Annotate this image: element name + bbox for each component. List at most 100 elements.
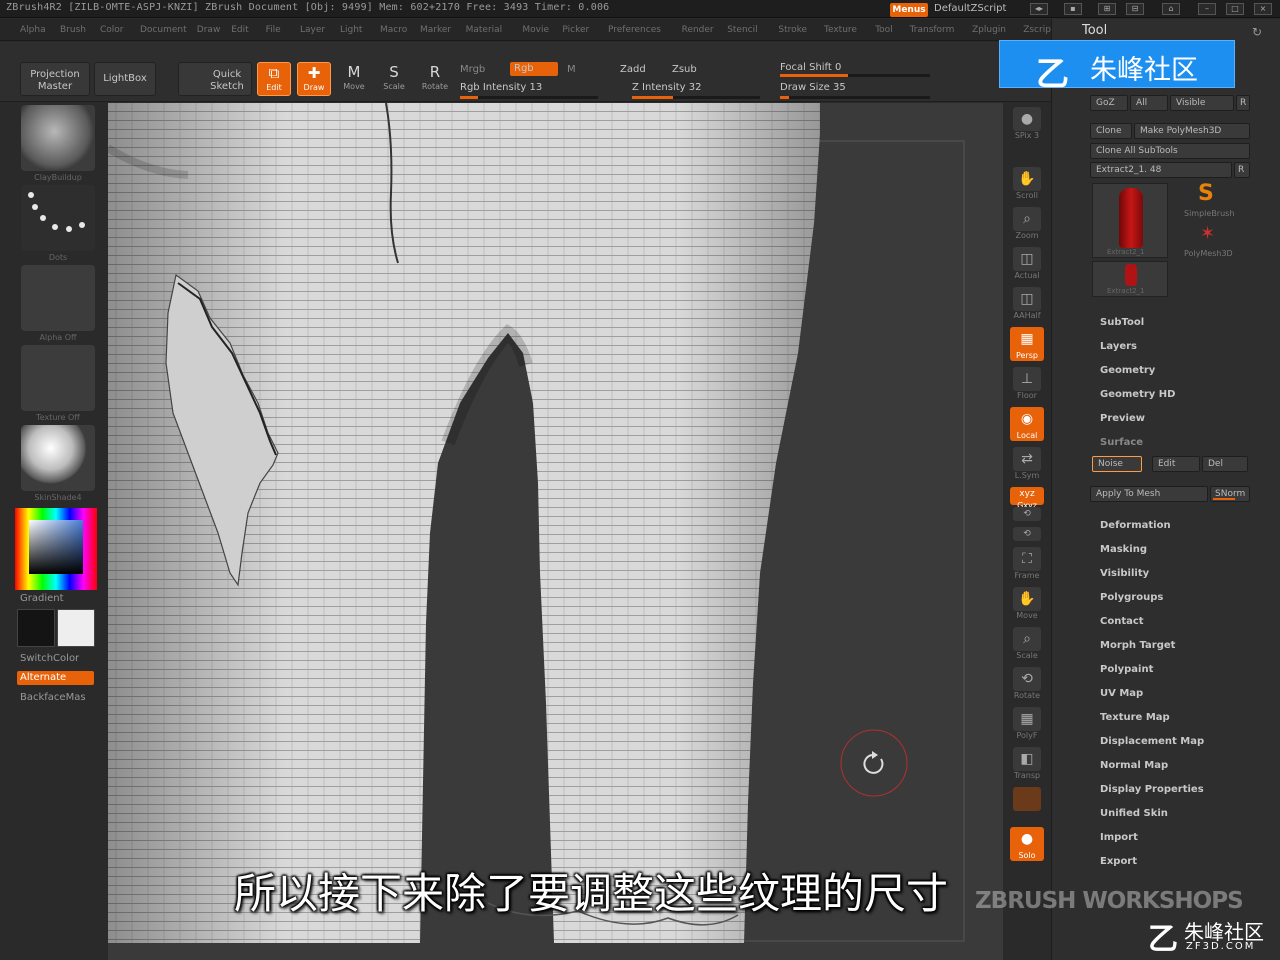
- color-picker[interactable]: [15, 508, 97, 590]
- m-button[interactable]: M: [567, 64, 576, 75]
- menu-item-movie[interactable]: Movie: [522, 25, 549, 35]
- menu-item-alpha[interactable]: Alpha: [20, 25, 46, 35]
- section-polypaint[interactable]: Polypaint: [1100, 664, 1153, 675]
- rgb-button[interactable]: Rgb: [510, 62, 558, 76]
- rgb-intensity-slider[interactable]: [460, 96, 598, 99]
- make-polymesh-button[interactable]: Make PolyMesh3D: [1134, 123, 1250, 139]
- clone-all-subtools-button[interactable]: Clone All SubTools: [1090, 143, 1250, 159]
- menus-button[interactable]: Menus: [890, 3, 928, 17]
- canvas-viewport[interactable]: [105, 102, 1003, 960]
- spix-3-tray-button[interactable]: ● SPix 3: [1010, 107, 1044, 141]
- menu-item-macro[interactable]: Macro: [380, 25, 407, 35]
- menu-item-stroke[interactable]: Stroke: [778, 25, 807, 35]
- solo-tray-button[interactable]: ● Solo: [1010, 827, 1044, 861]
- lock-icon[interactable]: ⌂: [1162, 3, 1180, 15]
- popup-icon[interactable]: ◂▸: [1030, 3, 1048, 15]
- quick-sketch-button[interactable]: Quick Sketch: [178, 62, 252, 96]
- extract-slider[interactable]: Extract2_1. 48: [1090, 162, 1232, 178]
- subtool-thumb-2[interactable]: Extract2_1: [1092, 261, 1168, 297]
- close-icon[interactable]: ×: [1254, 3, 1272, 15]
- menu-item-draw[interactable]: Draw: [197, 25, 221, 35]
- all-button[interactable]: All: [1130, 95, 1168, 111]
- transp-tray-button[interactable]: ◧ Transp: [1010, 747, 1044, 781]
- brush-thumbnail[interactable]: [21, 105, 95, 171]
- backface-mask-button[interactable]: BackfaceMas: [20, 692, 86, 703]
- goz-button[interactable]: GoZ: [1090, 95, 1128, 111]
- subtool-thumb-1[interactable]: Extract2_1: [1092, 183, 1168, 258]
- frame-tray-button[interactable]: ⛶ Frame: [1010, 547, 1044, 581]
- extract-r-button[interactable]: R: [1234, 162, 1250, 178]
- z-intensity-slider[interactable]: [632, 96, 760, 99]
- maximize-icon[interactable]: □: [1226, 3, 1244, 15]
- rotate-tray-button[interactable]: ⟲ Rotate: [1010, 667, 1044, 701]
- scale-button[interactable]: S Scale: [377, 62, 411, 96]
- noise-edit-button[interactable]: Edit: [1152, 456, 1200, 472]
- floor-tray-button[interactable]: ⊥ Floor: [1010, 367, 1044, 401]
- menu-item-tool[interactable]: Tool: [875, 25, 892, 35]
- simplebrush-icon[interactable]: S: [1198, 181, 1214, 206]
- section-surface[interactable]: Surface: [1100, 437, 1143, 448]
- clone-button[interactable]: Clone: [1090, 123, 1132, 139]
- draw-size-slider[interactable]: [780, 96, 930, 99]
- menu-item-material[interactable]: Material: [466, 25, 503, 35]
- menu-item-color[interactable]: Color: [100, 25, 124, 35]
- persp-tray-button[interactable]: ▦ Persp: [1010, 327, 1044, 361]
- noise-del-button[interactable]: Del: [1202, 456, 1248, 472]
- section-display-properties[interactable]: Display Properties: [1100, 784, 1204, 795]
- section-import[interactable]: Import: [1100, 832, 1138, 843]
- rotate-button[interactable]: R Rotate: [418, 62, 452, 96]
- menu-item-transform[interactable]: Transform: [910, 25, 955, 35]
- menu-item-render[interactable]: Render: [682, 25, 714, 35]
- refresh-icon[interactable]: ↻: [1252, 25, 1262, 39]
- section-polygroups[interactable]: Polygroups: [1100, 592, 1163, 603]
- apply-to-mesh-button[interactable]: Apply To Mesh: [1090, 486, 1208, 502]
- r-button[interactable]: R: [1236, 95, 1250, 111]
- texture-thumbnail[interactable]: [21, 345, 95, 411]
- section-layers[interactable]: Layers: [1100, 341, 1137, 352]
- section-visibility[interactable]: Visibility: [1100, 568, 1149, 579]
- alpha-thumbnail[interactable]: [21, 265, 95, 331]
- section-displacement-map[interactable]: Displacement Map: [1100, 736, 1204, 747]
- secondary-color-swatch[interactable]: [57, 609, 95, 647]
- gradient-label[interactable]: Gradient: [20, 593, 64, 604]
- visible-button[interactable]: Visible: [1170, 95, 1234, 111]
- menu-item-edit[interactable]: Edit: [231, 25, 248, 35]
- minimize-icon[interactable]: –: [1198, 3, 1216, 15]
- draw-button[interactable]: ✚ Draw: [297, 62, 331, 96]
- menu-item-picker[interactable]: Picker: [562, 25, 589, 35]
- main-color-swatch[interactable]: [17, 609, 55, 647]
- focal-shift-slider[interactable]: [780, 74, 930, 77]
- menu-item-light[interactable]: Light: [340, 25, 362, 35]
- menu-item-brush[interactable]: Brush: [60, 25, 86, 35]
- menu-item-layer[interactable]: Layer: [300, 25, 325, 35]
- section-deformation[interactable]: Deformation: [1100, 520, 1171, 531]
- polymesh-star-icon[interactable]: ✶: [1200, 223, 1215, 244]
- local-tray-button[interactable]: ◉ Local: [1010, 407, 1044, 441]
- section-texture-map[interactable]: Texture Map: [1100, 712, 1170, 723]
- layout-icon-2[interactable]: ⊟: [1126, 3, 1144, 15]
- popup-icon-2[interactable]: ▪: [1064, 3, 1082, 15]
- tray-10-tray-button[interactable]: ⟲: [1010, 507, 1044, 525]
- polyf-tray-button[interactable]: ▦ PolyF: [1010, 707, 1044, 741]
- section-export[interactable]: Export: [1100, 856, 1137, 867]
- edit-button[interactable]: ⧉ Edit: [257, 62, 291, 96]
- section-contact[interactable]: Contact: [1100, 616, 1144, 627]
- menu-item-stencil[interactable]: Stencil: [727, 25, 757, 35]
- menu-item-marker[interactable]: Marker: [420, 25, 451, 35]
- l-sym-tray-button[interactable]: ⇄ L.Sym: [1010, 447, 1044, 481]
- default-zscript-label[interactable]: DefaultZScript: [934, 3, 1006, 14]
- menu-item-texture[interactable]: Texture: [824, 25, 857, 35]
- menu-item-zscript[interactable]: Zscript: [1023, 25, 1054, 35]
- stroke-thumbnail[interactable]: [21, 185, 95, 251]
- lightbox-button[interactable]: LightBox: [94, 62, 156, 96]
- section-masking[interactable]: Masking: [1100, 544, 1147, 555]
- section-unified-skin[interactable]: Unified Skin: [1100, 808, 1168, 819]
- projection-master-button[interactable]: Projection Master: [20, 62, 90, 96]
- menu-item-preferences[interactable]: Preferences: [608, 25, 661, 35]
- section-morph-target[interactable]: Morph Target: [1100, 640, 1175, 651]
- aahalf-tray-button[interactable]: ◫ AAHalf: [1010, 287, 1044, 321]
- menu-item-file[interactable]: File: [266, 25, 281, 35]
- move-button[interactable]: M Move: [337, 62, 371, 96]
- zoom-tray-button[interactable]: ⌕ Zoom: [1010, 207, 1044, 241]
- zadd-button[interactable]: Zadd: [620, 64, 646, 75]
